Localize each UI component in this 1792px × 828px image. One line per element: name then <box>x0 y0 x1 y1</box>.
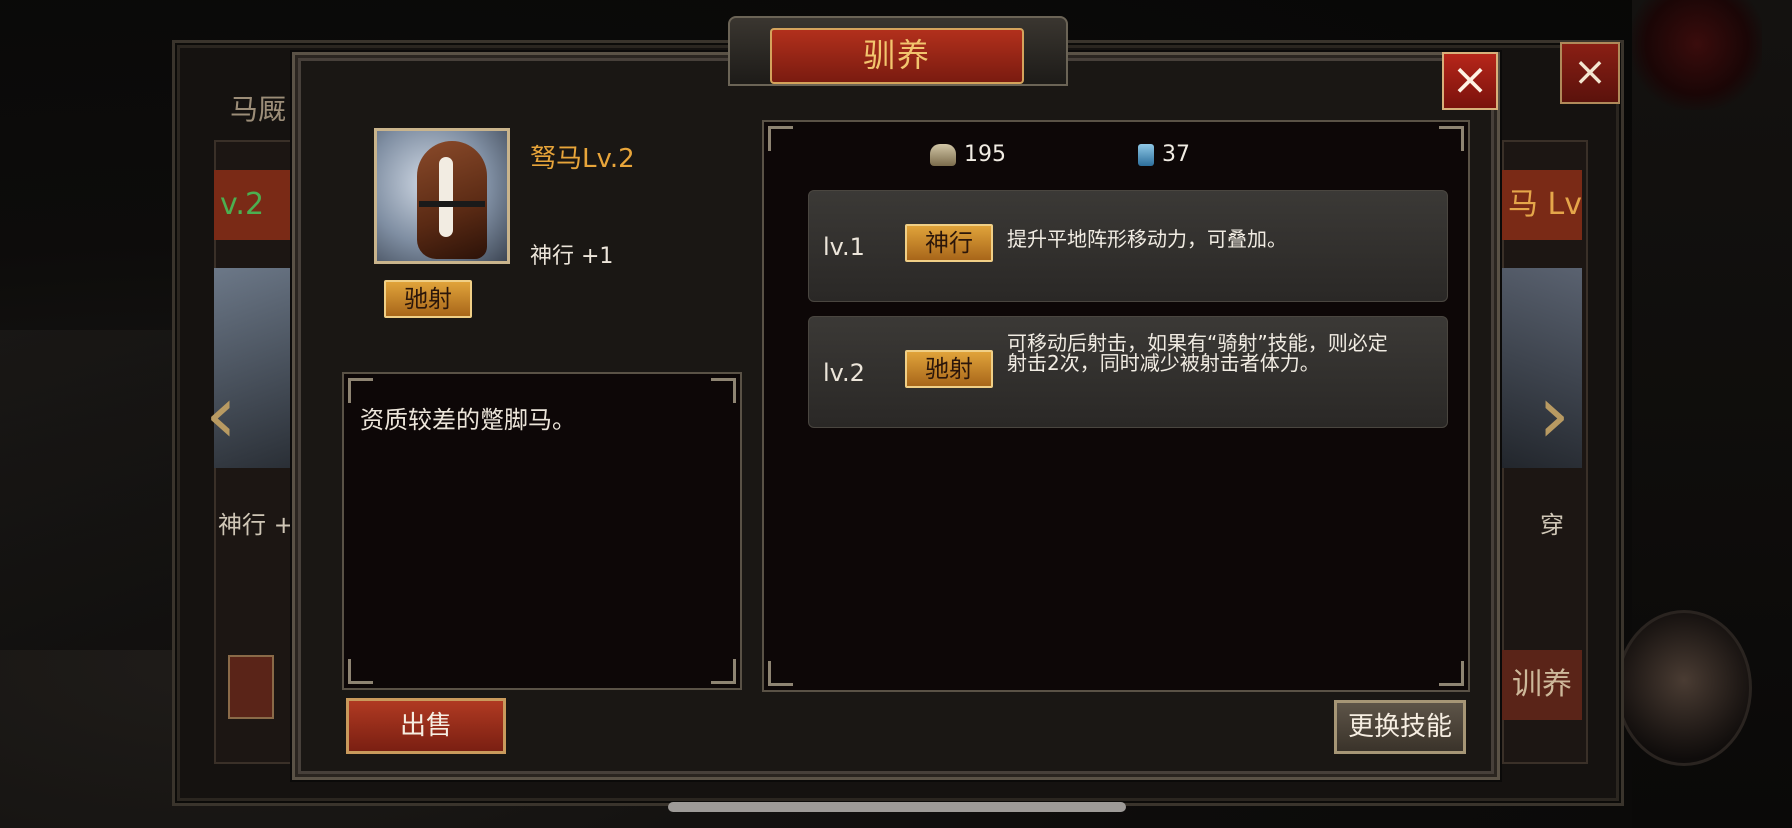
horse-card-right-stat: 穿 <box>1540 511 1564 539</box>
skill-row[interactable]: lv.1 神行 提升平地阵形移动力，可叠加。 <box>808 190 1448 302</box>
skill-row[interactable]: lv.2 驰射 可移动后射击，如果有“骑射”技能，则必定射击2次，同时减少被射击… <box>808 316 1448 428</box>
skill-description: 可移动后射击，如果有“骑射”技能，则必定射击2次，同时减少被射击者体力。 <box>1007 331 1388 375</box>
close-button[interactable]: × <box>1442 52 1498 110</box>
horse-portrait <box>374 128 510 264</box>
whip-count: 37 <box>1162 142 1190 167</box>
horse-card-right-train-button[interactable]: 训养 <box>1502 650 1582 720</box>
horse-name: 驽马Lv.2 <box>530 144 635 174</box>
resource-hay: 195 <box>930 142 1006 167</box>
resource-whip: 37 <box>1138 142 1190 167</box>
hay-icon <box>930 144 956 166</box>
dialog-title: 驯养 <box>770 28 1024 84</box>
horse-card-left-stat: 神行 +( <box>218 511 304 539</box>
hay-count: 195 <box>964 142 1006 167</box>
change-skill-button[interactable]: 更换技能 <box>1334 700 1466 754</box>
horse-card-right-title: 马 Lv <box>1502 170 1582 240</box>
character-portrait[interactable] <box>1616 610 1752 766</box>
skill-level: lv.1 <box>823 233 865 261</box>
skill-name-tag[interactable]: 神行 <box>905 224 993 262</box>
arrow-right-icon[interactable]: › <box>1538 375 1578 455</box>
sell-button[interactable]: 出售 <box>346 698 506 754</box>
horse-skill-tag[interactable]: 驰射 <box>384 280 472 318</box>
skill-name-tag[interactable]: 驰射 <box>905 350 993 388</box>
stable-tab[interactable]: 马厩 <box>230 88 286 128</box>
emblem-icon <box>1632 0 1762 110</box>
arrow-left-icon[interactable]: ‹ <box>205 375 245 455</box>
horse-card-left-title: v.2 <box>214 170 290 240</box>
horse-bridle <box>419 201 485 207</box>
horse-description: 资质较差的蹩脚马。 <box>360 406 576 434</box>
background-building <box>0 330 180 650</box>
skill-description: 提升平地阵形移动力，可叠加。 <box>1007 227 1287 251</box>
home-indicator[interactable] <box>668 802 1126 812</box>
horse-card-left-button[interactable] <box>228 655 274 719</box>
stable-close-icon[interactable]: × <box>1560 42 1620 104</box>
whip-icon <box>1138 144 1154 166</box>
horse-skill-bonus: 神行 +1 <box>530 244 614 269</box>
skill-level: lv.2 <box>823 359 865 387</box>
description-box: 资质较差的蹩脚马。 <box>342 372 742 690</box>
horse-blaze <box>439 157 453 237</box>
